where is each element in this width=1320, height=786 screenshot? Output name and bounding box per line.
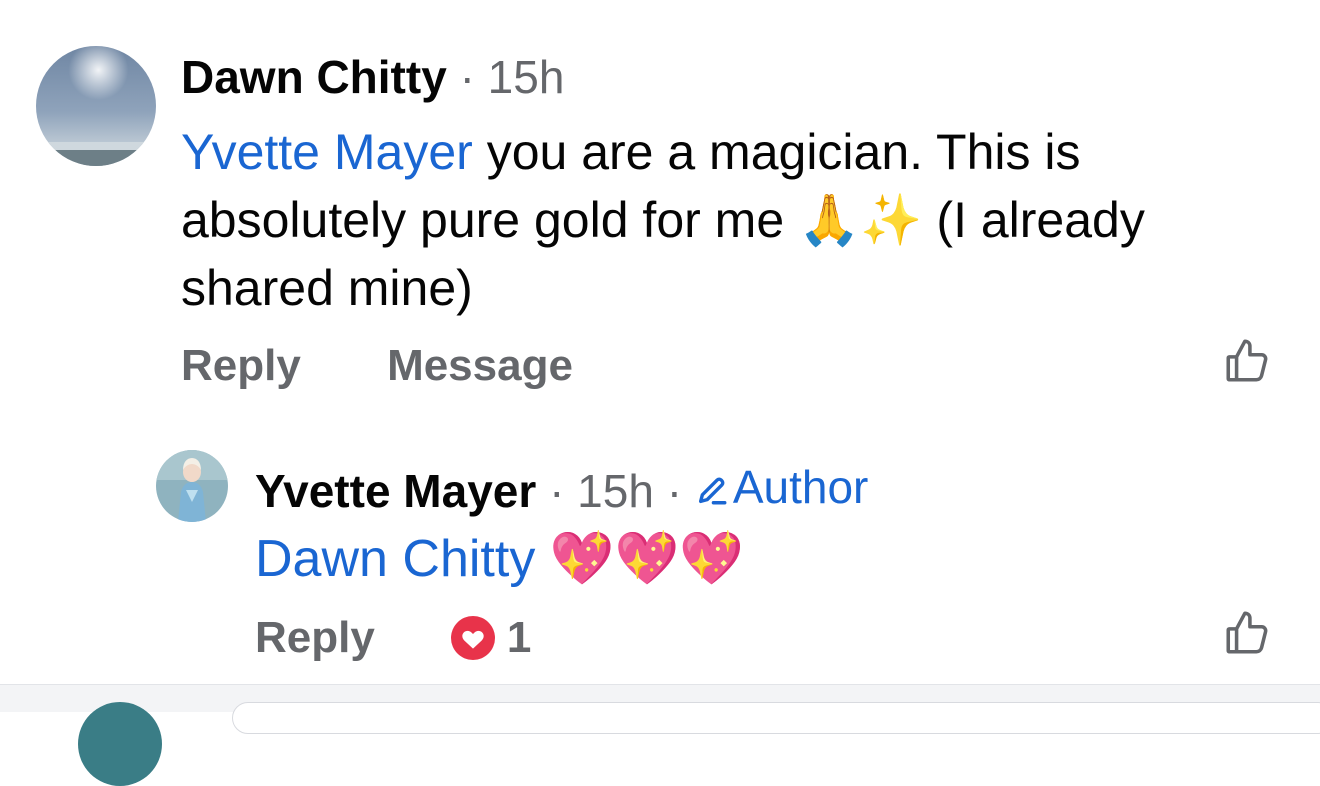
reply-button[interactable]: Reply <box>181 341 301 390</box>
comment-timestamp[interactable]: 15h <box>488 51 565 103</box>
message-button[interactable]: Message <box>387 341 573 390</box>
reply-button[interactable]: Reply <box>255 610 375 666</box>
avatar-dawn-chitty[interactable] <box>36 46 156 166</box>
reply-text: 💖💖💖 <box>535 530 744 588</box>
reply-author-name[interactable]: Yvette Mayer <box>255 465 536 517</box>
comment-body: Yvette Mayer you are a magician. This is… <box>181 118 1291 322</box>
meta-separator: · <box>666 465 683 517</box>
pencil-icon <box>698 477 727 505</box>
like-button[interactable] <box>1222 608 1272 658</box>
mention-link[interactable]: Dawn Chitty <box>255 530 535 588</box>
profile-photo-avatar-icon <box>156 450 228 522</box>
author-badge-label: Author <box>732 461 869 513</box>
reply-actions: Reply 1 <box>255 610 531 666</box>
reply-header: Yvette Mayer · 15h · Author <box>255 460 868 518</box>
comment-header: Dawn Chitty · 15h <box>181 50 564 104</box>
author-badge: Author <box>695 460 869 514</box>
avatar-yvette-mayer[interactable] <box>156 450 228 522</box>
thumbs-up-icon <box>1226 611 1268 654</box>
reply-timestamp[interactable]: 15h <box>577 465 654 517</box>
meta-separator: · <box>459 51 475 103</box>
sky-photo-avatar-icon <box>36 46 156 166</box>
thumbs-up-icon <box>1226 339 1268 382</box>
composer-avatar <box>78 702 162 786</box>
comment-input[interactable] <box>232 702 1320 734</box>
like-button[interactable] <box>1222 336 1272 386</box>
reaction-summary[interactable]: 1 <box>449 610 531 666</box>
meta-separator: · <box>549 465 565 517</box>
love-reaction-icon <box>450 616 495 660</box>
mention-link[interactable]: Yvette Mayer <box>181 124 473 180</box>
comment-author-name[interactable]: Dawn Chitty <box>181 51 447 103</box>
reply-body: Dawn Chitty 💖💖💖 <box>255 526 744 592</box>
comment-actions: Reply Message <box>181 338 573 394</box>
reaction-count: 1 <box>506 613 532 662</box>
